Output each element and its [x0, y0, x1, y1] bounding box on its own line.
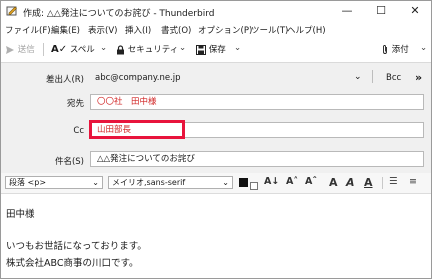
spell-icon: A✓ [51, 44, 68, 55]
subject-field[interactable]: △△発注についてのお詫び [90, 151, 424, 167]
toolbar: 送信 A✓ スペル ⌄ セキュリティ ⌄ 保存 ⌄ 添付 ⌄ [1, 38, 431, 60]
paragraph-value: 段落 <p> [9, 178, 47, 187]
menu-help[interactable]: ヘルプ(H) [287, 24, 326, 36]
font-select[interactable]: メイリオ,sans-serif ⌄ [108, 176, 233, 189]
header-separator [372, 70, 373, 83]
maximize-button[interactable]: ☐ [365, 1, 397, 21]
spell-label: スペル [69, 45, 95, 55]
compose-window: 作成: △△発注についてのお詫び - Thunderbird — ☐ ✕ ファイ… [0, 0, 432, 279]
to-label: 宛先 [66, 99, 84, 109]
close-button[interactable]: ✕ [399, 1, 431, 21]
lock-icon [117, 44, 124, 54]
cc-highlight-box [89, 120, 185, 139]
paperclip-icon [383, 45, 387, 54]
attach-button[interactable]: 添付 [381, 43, 409, 55]
menu-bar: ファイル(F) 編集(E) 表示(V) 挿入(I) 書式(O) オプション(P)… [1, 21, 431, 37]
title-bar: 作成: △△発注についてのお詫び - Thunderbird — ☐ ✕ [1, 1, 431, 21]
save-icon [196, 44, 206, 55]
menu-view[interactable]: 表示(V) [88, 24, 117, 36]
body-line-2: 株式会社ABC商事の川口です。 [6, 258, 139, 269]
body-line-1: いつもお世話になっております。 [6, 241, 147, 252]
to-recipient[interactable]: 〇〇社 田中様 [94, 97, 160, 108]
font-smaller-icon[interactable]: A↓ [264, 176, 279, 187]
more-fields-icon[interactable]: » [415, 71, 422, 84]
chevron-down-icon: ⌄ [92, 178, 99, 187]
from-value[interactable]: abc@company.ne.jp [95, 73, 181, 83]
to-field[interactable]: 〇〇社 田中様 [90, 94, 424, 110]
background-color-icon[interactable] [250, 182, 258, 190]
body-greeting: 田中様 [6, 209, 35, 220]
numbered-list-icon[interactable]: ≡ [409, 176, 417, 187]
menu-format[interactable]: 書式(O) [161, 24, 191, 36]
bcc-button[interactable]: Bcc [386, 73, 401, 83]
cc-label: Cc [73, 126, 84, 136]
text-color-icon[interactable] [239, 178, 248, 187]
bullet-list-icon[interactable]: ☰ [389, 176, 398, 187]
subject-label: 件名(S) [54, 157, 84, 167]
italic-icon[interactable]: A [346, 176, 355, 189]
minimize-button[interactable]: — [331, 1, 363, 21]
font-value: メイリオ,sans-serif [112, 178, 186, 187]
message-body[interactable]: 田中様 いつもお世話になっております。 株式会社ABC商事の川口です。 [1, 194, 431, 278]
underline-icon[interactable]: A [364, 176, 373, 189]
subject-value: △△発注についてのお詫び [97, 154, 195, 164]
text-style-icon[interactable]: Aˆ [305, 176, 317, 187]
menu-options[interactable]: オプション(P) [198, 24, 252, 36]
menu-edit[interactable]: 編集(E) [51, 24, 80, 36]
bold-icon[interactable]: A [329, 176, 338, 189]
attach-dropdown[interactable]: ⌄ [420, 43, 427, 53]
format-toolbar: 段落 <p> ⌄ メイリオ,sans-serif ⌄ A↓ A˄ Aˆ A A … [1, 173, 431, 194]
menu-tools[interactable]: ツール(T) [251, 24, 288, 36]
attach-label: 添付 [391, 45, 409, 55]
send-icon [6, 45, 14, 54]
spell-button[interactable]: A✓ スペル [51, 43, 95, 55]
send-button[interactable]: 送信 [5, 43, 35, 55]
header-fields: 差出人(R) abc@company.ne.jp ⌄ Bcc » 宛先 〇〇社 … [1, 62, 431, 174]
menu-file[interactable]: ファイル(F) [5, 24, 51, 36]
from-label: 差出人(R) [45, 75, 84, 85]
toolbar-separator [43, 43, 44, 56]
paragraph-select[interactable]: 段落 <p> ⌄ [5, 176, 103, 189]
send-label: 送信 [17, 45, 35, 55]
security-dropdown[interactable]: ⌄ [179, 43, 186, 53]
font-larger-icon[interactable]: A˄ [286, 176, 298, 187]
menu-insert[interactable]: 挿入(I) [125, 24, 151, 36]
window-title: 作成: △△発注についてのお詫び - Thunderbird [23, 9, 215, 19]
from-dropdown-icon[interactable]: ⌄ [354, 72, 362, 82]
security-label: セキュリティ [127, 45, 179, 55]
format-separator [382, 177, 383, 189]
spell-dropdown[interactable]: ⌄ [100, 43, 107, 53]
chevron-down-icon: ⌄ [222, 178, 229, 187]
save-button[interactable]: 保存 [196, 43, 226, 55]
compose-icon [6, 6, 17, 16]
security-button[interactable]: セキュリティ [116, 43, 178, 55]
save-dropdown[interactable]: ⌄ [234, 43, 241, 53]
save-label: 保存 [208, 45, 226, 55]
